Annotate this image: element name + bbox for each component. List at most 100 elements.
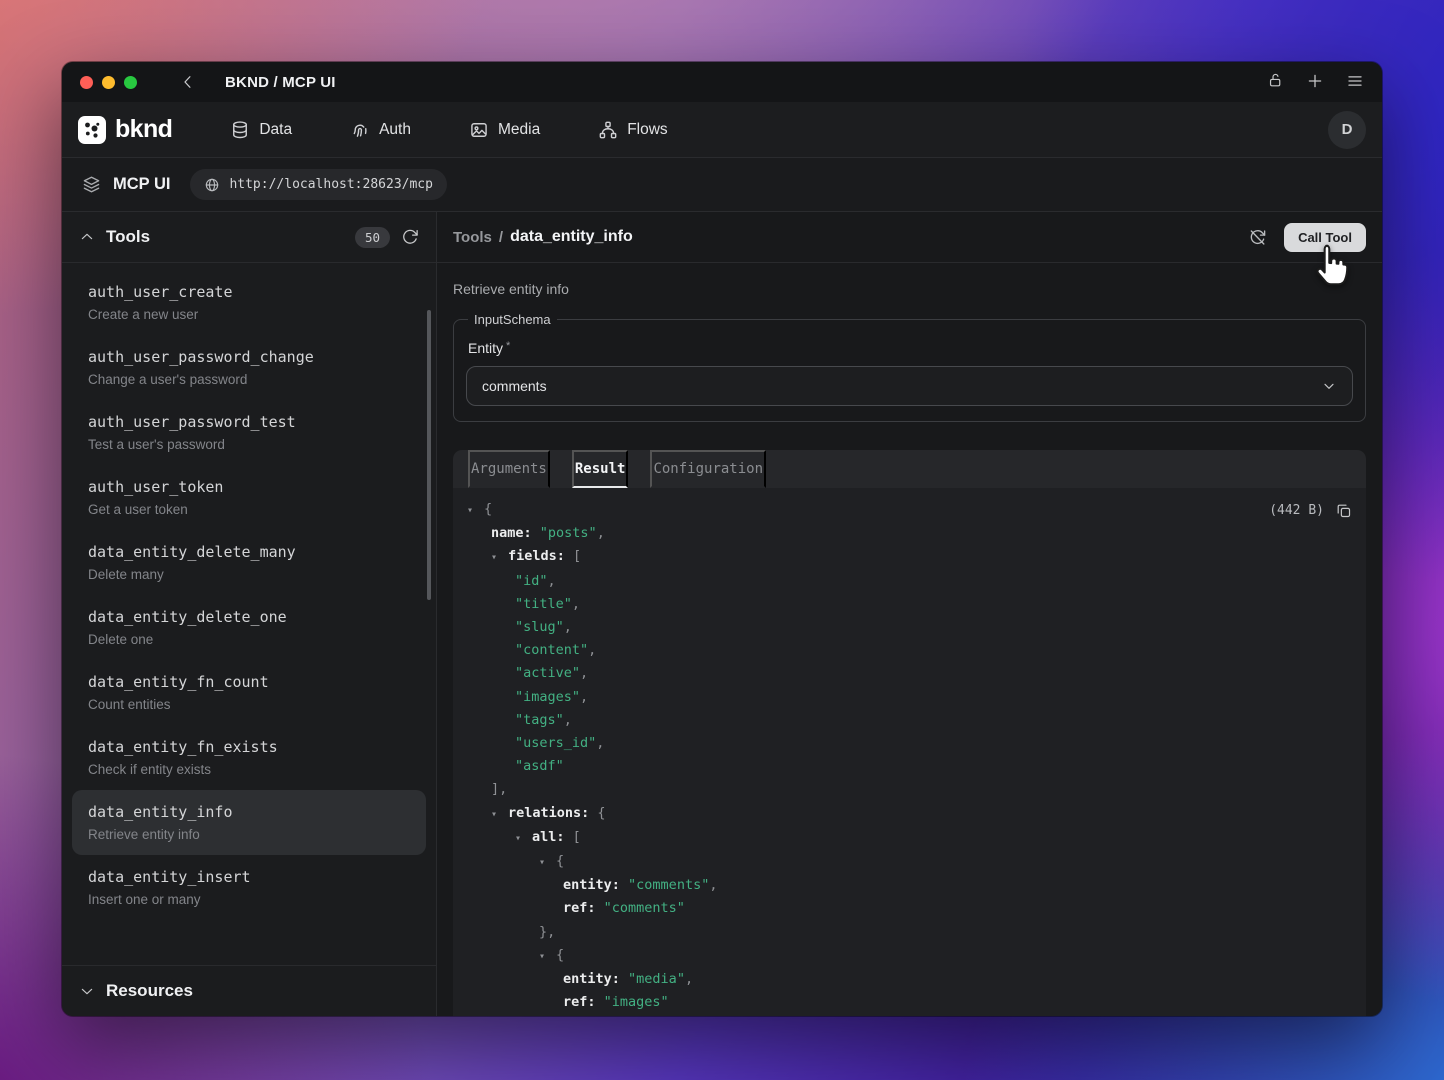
workflow-icon [598, 120, 618, 140]
tool-description: Retrieve entity info [453, 281, 1366, 297]
json-token-punct: , [685, 971, 693, 987]
json-token-key: fields: [508, 548, 565, 564]
tab-arguments[interactable]: Arguments [468, 450, 550, 488]
tools-section-header[interactable]: Tools 50 [62, 212, 436, 263]
sidebar-item-auth_user_create[interactable]: auth_user_createCreate a new user [72, 270, 426, 335]
input-schema-fieldset: InputSchema Entity* comments [453, 312, 1366, 422]
collapse-arrow-icon[interactable]: ▾ [491, 803, 508, 826]
json-token-key: all: [532, 829, 565, 845]
json-line: "tags", [453, 709, 1366, 732]
required-mark: * [506, 340, 510, 352]
copy-icon[interactable] [1335, 502, 1352, 519]
minimize-window-button[interactable] [102, 76, 115, 89]
database-icon [230, 120, 250, 140]
json-token-str: "images" [604, 994, 669, 1010]
breadcrumb-parent[interactable]: Tools [453, 229, 492, 246]
mouse-cursor [1308, 243, 1354, 296]
desktop-wallpaper: { "window": { "titlebar": { "title": "BK… [0, 0, 1444, 1080]
titlebar: BKND / MCP UI [62, 62, 1382, 102]
refresh-icon[interactable] [401, 228, 419, 246]
json-token-key: name: [491, 525, 532, 541]
sidebar-item-data_entity_info[interactable]: data_entity_infoRetrieve entity info [72, 790, 426, 855]
tool-name: data_entity_insert [88, 868, 410, 886]
result-tabs: Arguments Result Configuration [453, 450, 1366, 488]
sidebar-item-auth_user_password_test[interactable]: auth_user_password_testTest a user's pas… [72, 400, 426, 465]
bknd-logo[interactable]: bknd [78, 115, 172, 144]
server-url-pill[interactable]: http://localhost:28623/mcp [190, 169, 447, 200]
json-line: "images", [453, 686, 1366, 709]
sidebar-item-data_entity_fn_count[interactable]: data_entity_fn_countCount entities [72, 660, 426, 725]
menu-icon[interactable] [1346, 72, 1364, 93]
main-nav: Data Auth Media Flows [230, 120, 667, 140]
bknd-logo-text: bknd [115, 115, 172, 144]
result-size: (442 B) [1269, 499, 1324, 522]
json-token-str: "comments" [628, 877, 709, 893]
collapse-arrow-icon[interactable]: ▾ [539, 945, 556, 968]
json-token-punct: , [597, 525, 605, 541]
page-title: MCP UI [113, 175, 170, 194]
chevron-down-icon[interactable] [79, 983, 95, 999]
tool-description: Insert one or many [88, 892, 410, 907]
lock-open-icon[interactable] [1267, 72, 1284, 92]
close-window-button[interactable] [80, 76, 93, 89]
sidebar-item-data_entity_fn_exists[interactable]: data_entity_fn_existsCheck if entity exi… [72, 725, 426, 790]
auto-refresh-off-icon[interactable] [1248, 228, 1267, 247]
sidebar-item-auth_user_password_change[interactable]: auth_user_password_changeChange a user's… [72, 335, 426, 400]
nav-item-auth[interactable]: Auth [350, 120, 411, 140]
window-title: BKND / MCP UI [225, 74, 336, 91]
sidebar-scrollbar[interactable] [427, 310, 431, 600]
json-line: "id", [453, 570, 1366, 593]
json-token-key: ref: [563, 994, 596, 1010]
json-token-str: "users_id" [515, 735, 596, 751]
nav-item-label: Data [259, 121, 292, 139]
new-tab-icon[interactable] [1306, 72, 1324, 93]
json-token-key: entity: [563, 971, 620, 987]
json-line: entity: "media", [453, 968, 1366, 991]
entity-field-label: Entity* [468, 340, 1353, 356]
collapse-arrow-icon[interactable]: ▾ [491, 546, 508, 569]
sidebar-item-data_entity_insert[interactable]: data_entity_insert Insert one or many [72, 855, 426, 920]
result-card: ArgumentsResultConfiguration (442 B) ▾{n… [453, 450, 1366, 1016]
json-line: ], [453, 778, 1366, 801]
collapse-arrow-icon[interactable]: ▾ [467, 499, 484, 522]
sidebar-item-data_entity_delete_many[interactable]: data_entity_delete_manyDelete many [72, 530, 426, 595]
input-schema-legend: InputSchema [468, 312, 557, 327]
globe-icon [204, 177, 220, 193]
json-token-punct: }, [539, 924, 555, 940]
json-token-punct: , [588, 642, 596, 658]
json-token-punct: { [597, 805, 605, 821]
json-viewer: (442 B) ▾{name: "posts",▾fields: ["id","… [453, 488, 1366, 1016]
chevron-up-icon[interactable] [79, 229, 95, 245]
app-header: bknd Data Auth Media Flows D [62, 102, 1382, 158]
tool-description: Create a new user [88, 307, 410, 322]
json-token-str: "comments" [604, 900, 685, 916]
entity-select[interactable]: comments [466, 366, 1353, 406]
json-token-str: "images" [515, 689, 580, 705]
tool-description: Get a user token [88, 502, 410, 517]
sidebar-item-auth_user_token[interactable]: auth_user_tokenGet a user token [72, 465, 426, 530]
nav-item-media[interactable]: Media [469, 120, 540, 140]
collapse-arrow-icon[interactable]: ▾ [539, 851, 556, 874]
json-line: "slug", [453, 616, 1366, 639]
json-token-punct: , [580, 665, 588, 681]
resources-section-header[interactable]: Resources [62, 965, 436, 1016]
tool-description: Check if entity exists [88, 762, 410, 777]
avatar[interactable]: D [1328, 111, 1366, 149]
collapse-arrow-icon[interactable]: ▾ [515, 827, 532, 850]
chevron-down-icon [1321, 378, 1337, 394]
back-icon[interactable] [179, 73, 197, 91]
zoom-window-button[interactable] [124, 76, 137, 89]
json-token-str: "posts" [540, 525, 597, 541]
tab-result[interactable]: Result [572, 450, 629, 488]
json-line: ref: "images" [453, 991, 1366, 1014]
json-token-str: "content" [515, 642, 588, 658]
mcp-toolbar: MCP UI http://localhost:28623/mcp [62, 158, 1382, 212]
tools-count-badge: 50 [355, 227, 390, 248]
tab-configuration[interactable]: Configuration [650, 450, 766, 488]
nav-item-flows[interactable]: Flows [598, 120, 667, 140]
tool-name: auth_user_password_change [88, 348, 410, 366]
tool-description: Delete one [88, 632, 410, 647]
json-line: ▾{ [453, 498, 1366, 522]
sidebar-item-data_entity_delete_one[interactable]: data_entity_delete_oneDelete one [72, 595, 426, 660]
nav-item-data[interactable]: Data [230, 120, 292, 140]
